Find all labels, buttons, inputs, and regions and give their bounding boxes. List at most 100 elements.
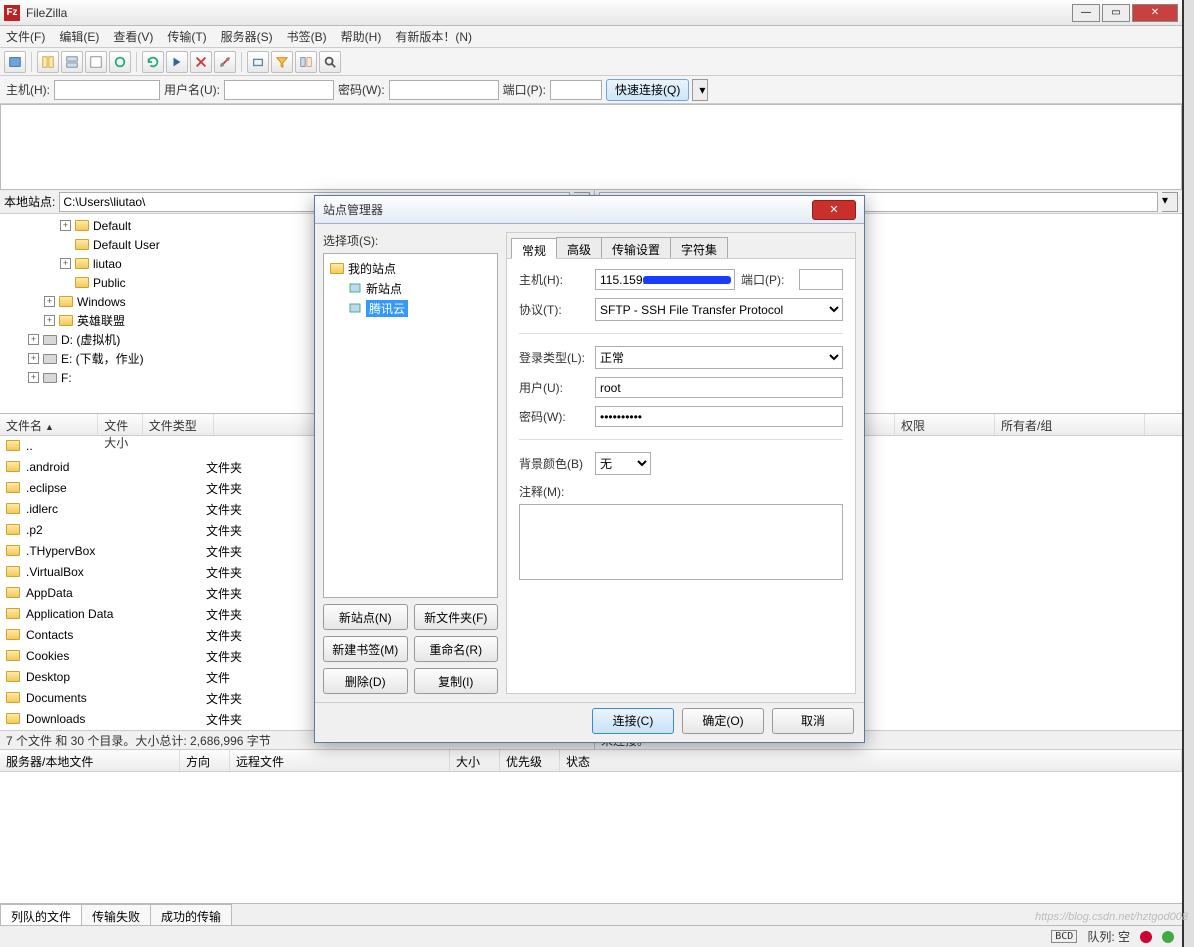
tab-advanced[interactable]: 高级 — [556, 237, 602, 258]
queue-body[interactable] — [0, 772, 1182, 903]
copy-button[interactable]: 复制(I) — [414, 668, 499, 694]
protocol-select[interactable]: SFTP - SSH File Transfer Protocol — [595, 298, 843, 321]
dialog-close-button[interactable]: ✕ — [812, 200, 856, 220]
site-tencent[interactable]: 腾讯云 — [326, 298, 495, 318]
folder-icon — [330, 261, 344, 275]
ok-button[interactable]: 确定(O) — [682, 708, 764, 734]
tab-transfer[interactable]: 传输设置 — [601, 237, 671, 258]
remote-path-dropdown[interactable]: ▾ — [1162, 192, 1178, 212]
site-new[interactable]: 新站点 — [326, 278, 495, 298]
disconnect-icon[interactable] — [214, 51, 236, 73]
tree-label: Default User — [93, 238, 160, 252]
cancel-icon[interactable] — [190, 51, 212, 73]
maximize-button[interactable]: ▭ — [1102, 4, 1130, 22]
qc-pass-label: 密码(W): — [338, 81, 385, 98]
col-name[interactable]: 文件名 — [6, 419, 42, 433]
minimize-button[interactable]: — — [1072, 4, 1100, 22]
password-label: 密码(W): — [519, 408, 589, 425]
toggle-queue-icon[interactable] — [85, 51, 107, 73]
tree-toggle-icon[interactable]: + — [44, 315, 55, 326]
tab-charset[interactable]: 字符集 — [670, 237, 728, 258]
port-input[interactable] — [799, 269, 843, 290]
file-type: 文件夹 — [200, 562, 300, 583]
toggle-tree-icon[interactable] — [61, 51, 83, 73]
user-input[interactable] — [595, 377, 843, 398]
col-type[interactable]: 文件类型 — [143, 414, 214, 435]
quickconnect-dropdown[interactable]: ▾ — [692, 79, 708, 101]
close-button[interactable]: ✕ — [1132, 4, 1178, 22]
folder-icon — [74, 257, 90, 271]
file-type: 文件夹 — [200, 583, 300, 604]
menu-update[interactable]: 有新版本！(N) — [393, 26, 474, 47]
rename-button[interactable]: 重命名(R) — [414, 636, 499, 662]
site-root[interactable]: 我的站点 — [326, 258, 495, 278]
site-tree[interactable]: 我的站点 新站点 腾讯云 — [323, 253, 498, 598]
filter-icon[interactable] — [271, 51, 293, 73]
tree-toggle-icon[interactable] — [60, 277, 71, 288]
tree-toggle-icon[interactable]: + — [60, 220, 71, 231]
col-owner[interactable]: 所有者/组 — [995, 414, 1145, 435]
tree-toggle-icon[interactable]: + — [60, 258, 71, 269]
menu-server[interactable]: 服务器(S) — [219, 26, 275, 47]
log-panel[interactable] — [0, 104, 1182, 190]
redaction-mark — [643, 272, 731, 287]
status-dot-1 — [1140, 931, 1152, 943]
tree-toggle-icon[interactable] — [60, 239, 71, 250]
qtab-queued[interactable]: 列队的文件 — [0, 904, 82, 925]
menu-help[interactable]: 帮助(H) — [339, 26, 384, 47]
qc-user-input[interactable] — [224, 80, 334, 100]
cancel-button[interactable]: 取消 — [772, 708, 854, 734]
tree-label: Default — [93, 219, 131, 233]
reconnect-icon[interactable] — [247, 51, 269, 73]
file-name: Contacts — [26, 628, 73, 642]
site-manager-icon[interactable] — [4, 51, 26, 73]
refresh-icon[interactable] — [142, 51, 164, 73]
delete-button[interactable]: 删除(D) — [323, 668, 408, 694]
menu-edit[interactable]: 编辑(E) — [57, 26, 101, 47]
dialog-titlebar[interactable]: 站点管理器 ✕ — [315, 196, 864, 224]
qcol-prio[interactable]: 优先级 — [500, 750, 560, 771]
menu-transfer[interactable]: 传输(T) — [165, 26, 208, 47]
qtab-success[interactable]: 成功的传输 — [150, 904, 232, 925]
quickconnect-button[interactable]: 快速连接(Q) — [606, 79, 689, 101]
tree-label: liutao — [93, 257, 122, 271]
tree-toggle-icon[interactable]: + — [28, 353, 39, 364]
new-bookmark-button[interactable]: 新建书签(M) — [323, 636, 408, 662]
qcol-status[interactable]: 状态 — [560, 750, 1182, 771]
tree-toggle-icon[interactable]: + — [28, 334, 39, 345]
process-queue-icon[interactable] — [166, 51, 188, 73]
qcol-local[interactable]: 服务器/本地文件 — [0, 750, 180, 771]
file-name: .. — [26, 439, 33, 453]
comment-textarea[interactable] — [519, 504, 843, 580]
tree-label: 英雄联盟 — [77, 312, 125, 329]
titlebar: Fz FileZilla — ▭ ✕ — [0, 0, 1182, 26]
new-site-button[interactable]: 新站点(N) — [323, 604, 408, 630]
search-icon[interactable] — [319, 51, 341, 73]
qc-host-input[interactable] — [54, 80, 160, 100]
tree-toggle-icon[interactable]: + — [44, 296, 55, 307]
menu-view[interactable]: 查看(V) — [111, 26, 155, 47]
qc-pass-input[interactable] — [389, 80, 499, 100]
tab-general[interactable]: 常规 — [511, 238, 557, 259]
bgcolor-select[interactable]: 无 — [595, 452, 651, 475]
new-folder-button[interactable]: 新文件夹(F) — [414, 604, 499, 630]
folder-icon — [6, 629, 22, 643]
folder-icon — [6, 566, 22, 580]
connect-button[interactable]: 连接(C) — [592, 708, 674, 734]
toggle-log-icon[interactable] — [37, 51, 59, 73]
qcol-dir[interactable]: 方向 — [180, 750, 230, 771]
menu-bookmarks[interactable]: 书签(B) — [285, 26, 329, 47]
sync-icon[interactable] — [109, 51, 131, 73]
file-name: Documents — [26, 691, 87, 705]
tree-toggle-icon[interactable]: + — [28, 372, 39, 383]
col-perm[interactable]: 权限 — [895, 414, 995, 435]
qc-port-input[interactable] — [550, 80, 602, 100]
compare-icon[interactable] — [295, 51, 317, 73]
col-size[interactable]: 文件大小 — [98, 414, 143, 435]
qtab-failed[interactable]: 传输失败 — [81, 904, 151, 925]
menu-file[interactable]: 文件(F) — [4, 26, 47, 47]
qcol-size[interactable]: 大小 — [450, 750, 500, 771]
password-input[interactable] — [595, 406, 843, 427]
qcol-remote[interactable]: 远程文件 — [230, 750, 450, 771]
logintype-select[interactable]: 正常 — [595, 346, 843, 369]
